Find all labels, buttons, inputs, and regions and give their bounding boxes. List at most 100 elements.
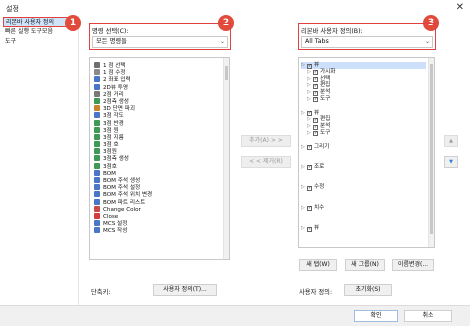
tree-checkbox[interactable]: ✓ — [307, 165, 312, 171]
command-list-item[interactable]: 3점원 — [94, 148, 221, 155]
command-list-item[interactable]: 1 점 선택 — [94, 62, 221, 69]
ok-button[interactable]: 확인 — [354, 310, 398, 322]
command-list-item[interactable]: MCS 작성 — [94, 227, 221, 234]
customize-shortcut-button[interactable]: 사용자 정의(T)... — [153, 284, 217, 296]
sidebar-item-tools[interactable]: 도구 — [3, 37, 76, 47]
command-label: 3점 호 — [103, 142, 119, 149]
command-label: 3점 지름 — [103, 134, 124, 141]
tree-checkbox[interactable]: ✓ — [313, 70, 318, 76]
command-icon — [94, 162, 100, 169]
ribbon-tree-item[interactable]: ▷ ✓ 도구 — [301, 130, 426, 137]
ribbon-tree-item[interactable]: ▷ ✓ 뷰 — [301, 225, 426, 232]
ribbon-tree-item[interactable] — [301, 218, 426, 225]
ribbon-tree-item[interactable]: ▷ ✓ 분석 — [301, 123, 426, 130]
ribbon-tree-item[interactable]: ▷ ✓ 가시화 — [301, 69, 426, 76]
command-label: 3점 반경 — [103, 120, 124, 127]
ribbon-tree-item[interactable] — [301, 191, 426, 198]
tree-checkbox[interactable]: ✓ — [313, 124, 318, 130]
command-list-item[interactable]: 3점측 생성 — [94, 155, 221, 162]
command-list-item[interactable]: 3점 지름 — [94, 133, 221, 141]
ribbon-tree-item[interactable]: ▷ ✓ 수정 — [301, 184, 426, 191]
ribbon-target-group: 리본바 사용자 정의(B): All Tabs ⌄ — [298, 23, 436, 50]
ribbon-tree-item[interactable] — [301, 171, 426, 178]
shortcut-label: 단축키: — [91, 289, 111, 296]
ribbon-tree-item[interactable]: ▷ ✓ 조로 — [301, 164, 426, 171]
ribbon-tree-scroll-thumb[interactable] — [430, 64, 433, 234]
command-list-item[interactable]: 2 좌표 입력 — [94, 76, 221, 83]
ribbon-tree-item[interactable] — [301, 212, 426, 219]
command-list-item[interactable]: BOM 주석 생성 — [94, 177, 221, 184]
command-list-item[interactable]: 2점측 생성 — [94, 97, 221, 105]
tree-checkbox[interactable]: ✓ — [313, 97, 318, 103]
command-list-item[interactable]: 3D 단면 파괴 — [94, 105, 221, 112]
command-list-item[interactable]: Change Color — [94, 205, 221, 213]
remove-button[interactable]: < < 제거(R) — [241, 156, 291, 168]
command-list-item[interactable]: 3점 호 — [94, 141, 221, 148]
command-list-item[interactable]: 2D뷰 투영 — [94, 83, 221, 91]
command-list-item[interactable]: 3점 반경 — [94, 119, 221, 127]
cancel-button[interactable]: 취소 — [404, 310, 452, 322]
add-button[interactable]: 추가(A) > > — [241, 135, 291, 147]
tree-checkbox[interactable]: ✓ — [313, 90, 318, 96]
tree-checkbox[interactable]: ✓ — [307, 63, 312, 69]
move-down-button[interactable]: ▼ — [444, 156, 458, 168]
dialog-footer: 확인 취소 — [0, 305, 470, 326]
command-icon — [94, 83, 100, 90]
tree-checkbox[interactable]: ✓ — [307, 206, 312, 212]
command-source-combo[interactable]: 모든 명령들 ⌄ — [92, 36, 228, 48]
reset-button[interactable]: 초기화(S) — [344, 284, 392, 296]
ribbon-tree-scrollbar[interactable] — [428, 58, 434, 247]
move-up-button[interactable]: ▲ — [444, 135, 458, 147]
ribbon-tree-item[interactable] — [301, 137, 426, 144]
custom-label: 사용자 정의: — [299, 289, 333, 296]
new-tab-button[interactable]: 새 탭(W) — [299, 259, 337, 271]
tree-item-label: 분석 — [320, 123, 331, 130]
ribbon-tree-item[interactable] — [301, 103, 426, 110]
command-label: 3점원 — [103, 149, 117, 156]
command-icon — [94, 141, 100, 148]
tree-checkbox[interactable]: ✓ — [307, 111, 312, 117]
ribbon-tree-item[interactable] — [301, 150, 426, 157]
tree-item-label: 편집 — [320, 116, 331, 123]
command-list-item[interactable]: 1 점 수정 — [94, 69, 221, 76]
command-list[interactable]: 1 점 선택 1 점 수정 2 좌표 입력 2D뷰 투영 2점 거리 2점측 생성 3D 단… — [89, 57, 230, 260]
ribbon-tree-item[interactable]: ▷ ✓ 도구 — [301, 96, 426, 103]
ribbon-tree-item[interactable]: ▷ ✓ 그리기 — [301, 144, 426, 151]
command-label: 3점측 생성 — [103, 156, 129, 163]
tree-checkbox[interactable]: ✓ — [307, 145, 312, 151]
ribbon-tree-item[interactable]: ▷ ✓ 치수 — [301, 205, 426, 212]
command-list-item[interactable]: 3점 각도 — [94, 112, 221, 119]
tree-checkbox[interactable]: ✓ — [313, 83, 318, 89]
command-list-item[interactable]: BOM — [94, 169, 221, 177]
sidebar-item-quick-access[interactable]: 빠른 실행 도구모음 — [3, 27, 76, 37]
rename-button[interactable]: 이름변경(... — [392, 259, 434, 271]
ribbon-tree-item[interactable] — [301, 198, 426, 205]
tree-checkbox[interactable]: ✓ — [313, 131, 318, 137]
command-list-item[interactable]: BOM 주석 설정 — [94, 184, 221, 191]
command-list-scrollbar[interactable] — [223, 58, 229, 259]
command-list-item[interactable]: 3점호 — [94, 162, 221, 170]
command-list-item[interactable]: BOM 주석 위치 변경 — [94, 191, 221, 198]
command-list-item[interactable]: BOM 파트 리스트 — [94, 198, 221, 206]
ribbon-tree-item[interactable]: ▷ ✓ 분석 — [301, 89, 426, 96]
command-list-item[interactable]: MCS 설정 — [94, 220, 221, 227]
ribbon-tree[interactable]: ▷ ✓ 뷰 ▷ ✓ 가시화 ▷ ✓ 선택 ▷ ✓ 편집 ▷ ✓ 분석 ▷ ✓ 도구 ▷ ✓ 뷰 ▷ ✓ 편집 ▷ ✓ 분석 ▷ ✓ 도구 ▷… — [298, 57, 435, 248]
command-list-item[interactable]: 3점 원 — [94, 126, 221, 134]
tree-item-label: 뷰 — [314, 62, 320, 68]
command-icon — [94, 177, 100, 183]
tree-checkbox[interactable]: ✓ — [313, 77, 318, 83]
tree-checkbox[interactable]: ✓ — [313, 117, 318, 123]
command-icon — [94, 119, 100, 126]
command-list-item[interactable]: Close — [94, 212, 221, 220]
tree-checkbox[interactable]: ✓ — [307, 185, 312, 191]
tree-checkbox[interactable]: ✓ — [307, 226, 312, 232]
close-icon[interactable]: ✕ — [456, 2, 464, 13]
command-list-item[interactable]: 2점 거리 — [94, 90, 221, 98]
new-group-button[interactable]: 새 그룹(N) — [345, 259, 385, 271]
command-list-scroll-thumb[interactable] — [225, 66, 228, 80]
ribbon-target-combo[interactable]: All Tabs ⌄ — [301, 36, 433, 48]
command-icon — [94, 97, 100, 104]
command-icon — [94, 76, 100, 83]
ribbon-tree-item[interactable]: ▷ ✓ 뷰 — [301, 62, 426, 69]
ribbon-tree-item[interactable] — [301, 157, 426, 164]
